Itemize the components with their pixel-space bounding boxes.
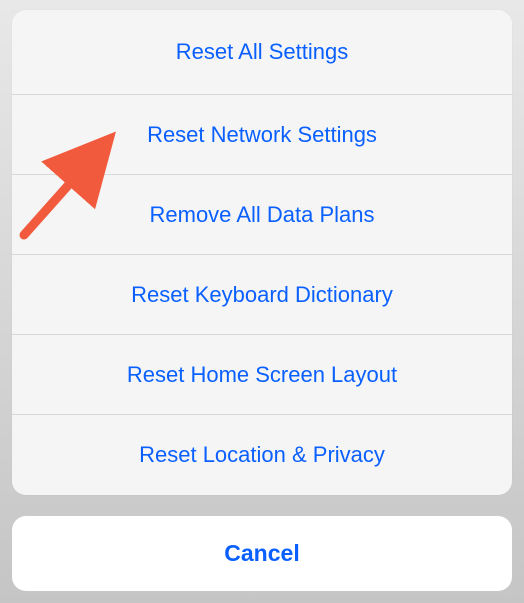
option-label: Reset All Settings <box>176 39 348 65</box>
action-sheet: Reset All Settings Reset Network Setting… <box>12 10 512 495</box>
option-reset-location-privacy[interactable]: Reset Location & Privacy <box>12 415 512 495</box>
option-reset-all-settings[interactable]: Reset All Settings <box>12 10 512 95</box>
option-label: Reset Location & Privacy <box>139 442 385 468</box>
option-label: Reset Network Settings <box>147 122 377 148</box>
option-reset-home-screen-layout[interactable]: Reset Home Screen Layout <box>12 335 512 415</box>
cancel-sheet: Cancel <box>12 516 512 591</box>
option-reset-network-settings[interactable]: Reset Network Settings <box>12 95 512 175</box>
option-label: Remove All Data Plans <box>150 202 375 228</box>
option-label: Reset Home Screen Layout <box>127 362 397 388</box>
option-label: Reset Keyboard Dictionary <box>131 282 393 308</box>
option-remove-all-data-plans[interactable]: Remove All Data Plans <box>12 175 512 255</box>
cancel-button[interactable]: Cancel <box>12 516 512 591</box>
option-reset-keyboard-dictionary[interactable]: Reset Keyboard Dictionary <box>12 255 512 335</box>
cancel-label: Cancel <box>224 540 299 567</box>
